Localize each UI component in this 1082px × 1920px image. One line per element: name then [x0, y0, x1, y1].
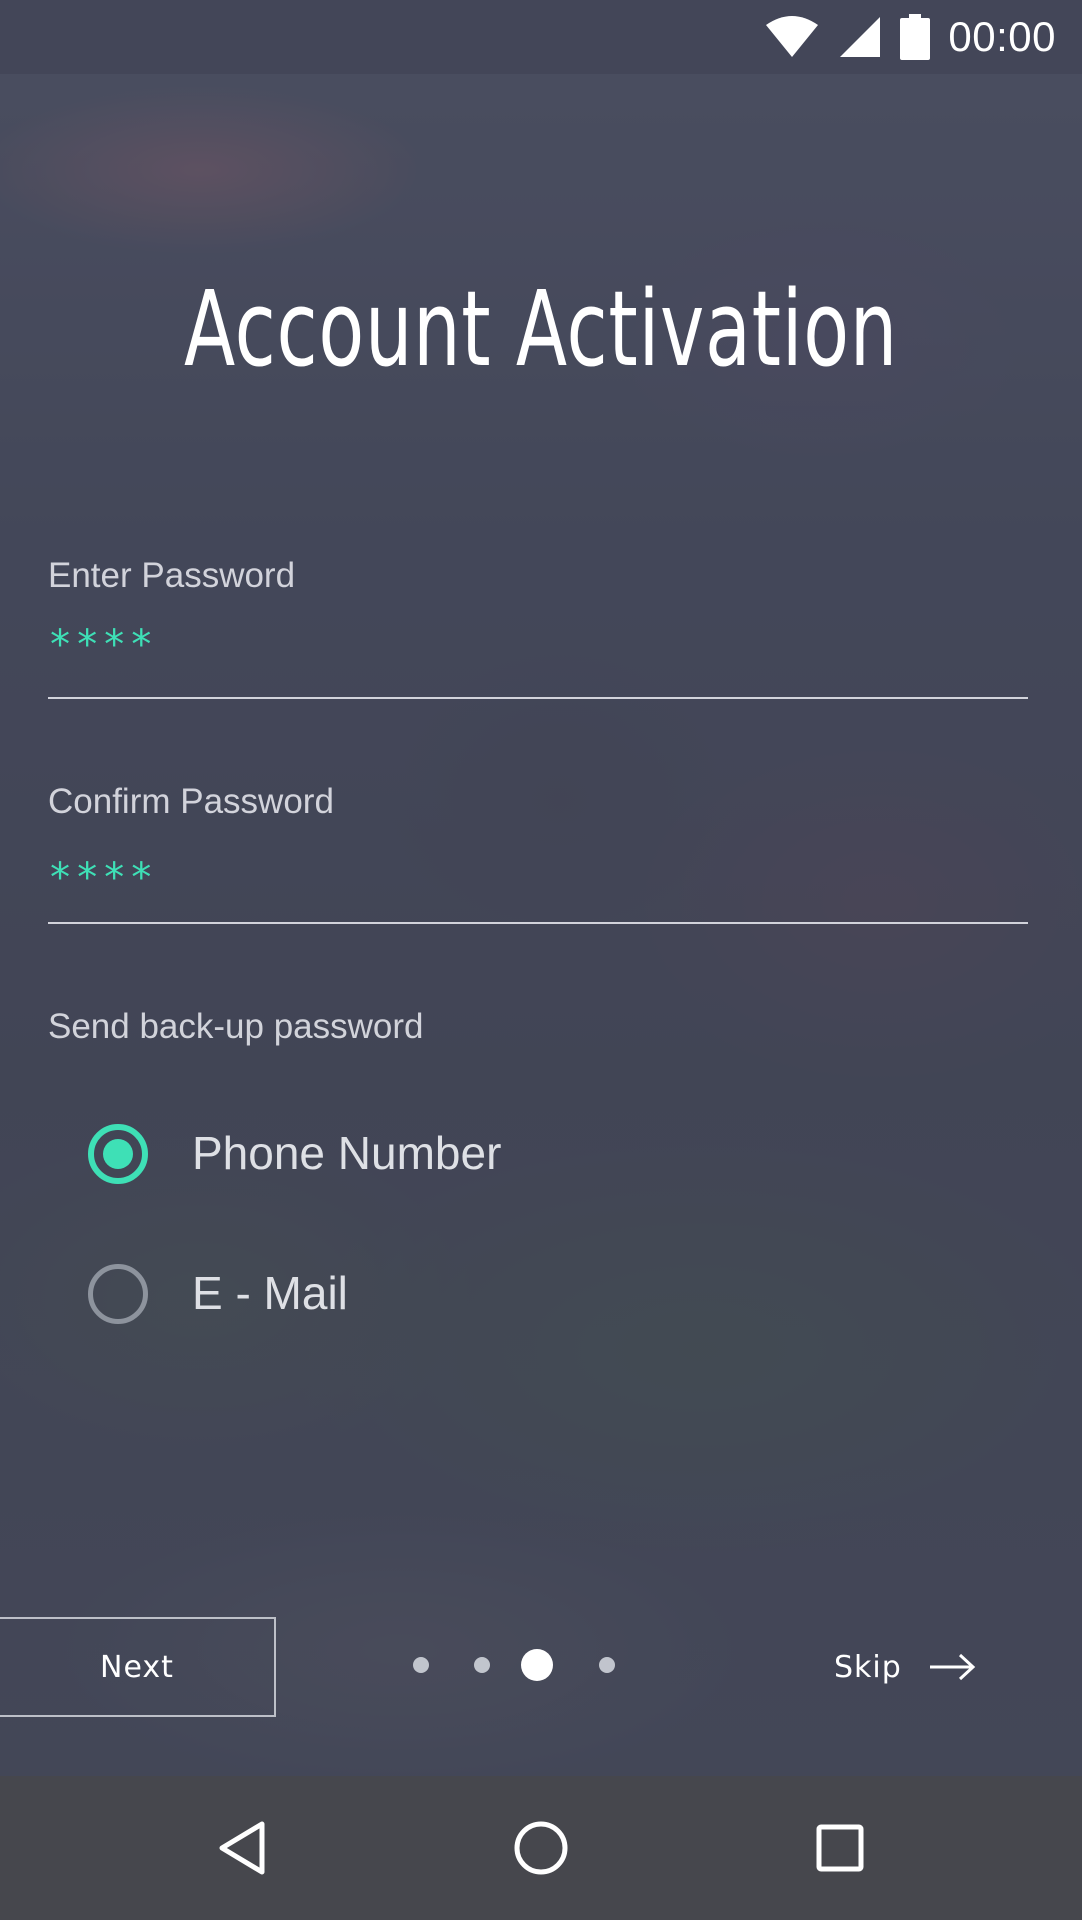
- password-label: Enter Password: [48, 556, 296, 595]
- radio-button-unchecked[interactable]: [88, 1264, 148, 1324]
- page-dot: [474, 1657, 490, 1673]
- background-overlay: [0, 0, 1082, 1776]
- skip-label: Skip: [834, 1649, 902, 1685]
- account-activation-screen: 00:00 Account Activation Enter Password …: [0, 0, 1082, 1920]
- battery-icon: [900, 14, 931, 60]
- page-dot-active: [521, 1649, 553, 1681]
- system-nav-bar: [0, 1776, 1082, 1920]
- back-icon: [219, 1821, 265, 1875]
- nav-home-button[interactable]: [471, 1776, 611, 1920]
- radio-label-email[interactable]: E - Mail: [192, 1266, 348, 1320]
- status-bar: 00:00: [0, 0, 1082, 74]
- skip-button[interactable]: Skip: [834, 1645, 976, 1689]
- confirm-password-underline: [48, 922, 1028, 924]
- radio-label-phone[interactable]: Phone Number: [192, 1126, 501, 1180]
- password-input[interactable]: ****: [48, 622, 156, 668]
- radio-dot: [103, 1139, 133, 1169]
- password-underline: [48, 697, 1028, 699]
- page-dot: [413, 1657, 429, 1673]
- signal-icon: [840, 17, 881, 57]
- nav-back-button[interactable]: [172, 1776, 312, 1920]
- confirm-password-input[interactable]: ****: [48, 855, 156, 901]
- nav-recents-button[interactable]: [770, 1776, 910, 1920]
- backup-password-label: Send back-up password: [48, 1007, 424, 1046]
- status-time: 00:00: [948, 13, 1056, 60]
- next-button[interactable]: Next: [0, 1617, 276, 1717]
- page-title: Account Activation: [184, 268, 898, 390]
- arrow-right-icon: [929, 1653, 976, 1681]
- radio-button-checked[interactable]: [88, 1124, 148, 1184]
- wifi-icon: [766, 16, 819, 57]
- recents-icon: [816, 1824, 864, 1872]
- page-dot: [599, 1657, 615, 1673]
- home-icon: [514, 1821, 568, 1875]
- confirm-password-label: Confirm Password: [48, 782, 334, 821]
